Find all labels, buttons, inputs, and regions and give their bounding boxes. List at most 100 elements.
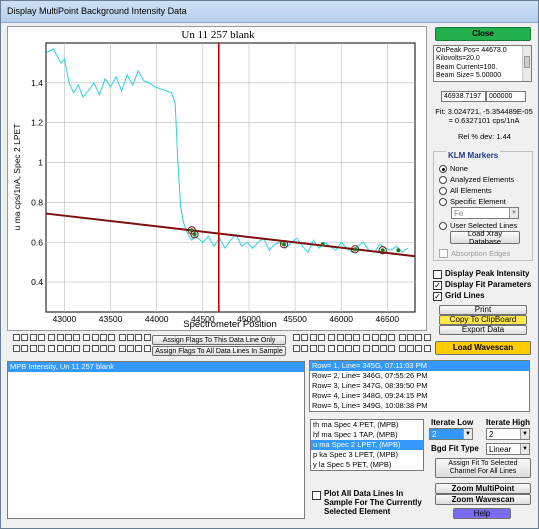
row-item-1[interactable]: Row= 1, Line= 345G, 07:11:03 PM — [310, 361, 529, 371]
chevron-down-icon[interactable]: ▼ — [509, 208, 518, 218]
zoom-multipoint-button[interactable]: Zoom MultiPoint — [435, 483, 531, 494]
flag-checkbox[interactable] — [100, 334, 107, 341]
flag-checkbox[interactable] — [309, 345, 317, 352]
radio-specific[interactable] — [439, 198, 447, 206]
assign-flags-line-button[interactable]: Assign Flags To This Data Line Only — [152, 335, 286, 345]
radio-analyzed[interactable] — [439, 176, 447, 184]
flag-checkbox[interactable] — [126, 345, 134, 352]
flag-checkbox[interactable] — [64, 334, 72, 341]
flag-checkbox[interactable] — [91, 334, 99, 341]
close-button[interactable]: Close — [435, 27, 531, 41]
flag-checkbox[interactable] — [336, 334, 344, 341]
flag-checkbox[interactable] — [317, 345, 325, 352]
flag-checkbox[interactable] — [328, 334, 336, 341]
flag-checkbox[interactable] — [344, 334, 352, 341]
flag-checkbox[interactable] — [48, 345, 56, 352]
rows-list[interactable]: Row= 1, Line= 345G, 07:11:03 PM Row= 2, … — [309, 360, 530, 412]
flag-checkbox[interactable] — [83, 345, 91, 352]
iterate-low-select[interactable]: 2 ▼ — [429, 428, 473, 440]
flag-checkbox[interactable] — [135, 334, 143, 341]
help-button[interactable]: Help — [453, 508, 511, 519]
spectrometer-list[interactable]: th ma Spec 4 PET, (MPB) hf ma Spec 1 TAP… — [310, 419, 424, 471]
print-button[interactable]: Print — [439, 305, 527, 315]
flag-checkbox[interactable] — [143, 345, 151, 352]
flag-checkbox[interactable] — [126, 334, 134, 341]
flag-checkbox[interactable] — [415, 345, 423, 352]
absorption-checkbox[interactable] — [439, 249, 448, 258]
flag-checkbox[interactable] — [83, 334, 91, 341]
flag-checkbox[interactable] — [21, 334, 29, 341]
flag-checkbox[interactable] — [398, 334, 406, 341]
flag-checkbox[interactable] — [118, 334, 126, 341]
flag-checkbox[interactable] — [56, 345, 64, 352]
flag-checkbox[interactable] — [423, 345, 431, 352]
scroll-thumb[interactable] — [524, 56, 530, 68]
radio-user-lines[interactable] — [439, 222, 447, 230]
row-item-3[interactable]: Row= 3, Line= 347G, 08:39:50 PM — [310, 381, 529, 391]
flag-checkbox[interactable] — [344, 345, 352, 352]
flag-checkbox[interactable] — [100, 345, 107, 352]
flag-checkbox[interactable] — [301, 345, 309, 352]
load-wavescan-button[interactable]: Load Wavescan — [435, 341, 531, 355]
flag-checkbox[interactable] — [37, 345, 45, 352]
flag-checkbox[interactable] — [415, 334, 423, 341]
flag-checkbox[interactable] — [13, 334, 20, 341]
spec-item-1[interactable]: th ma Spec 4 PET, (MPB) — [311, 420, 423, 430]
flag-checkbox[interactable] — [37, 334, 45, 341]
flag-checkbox[interactable] — [301, 334, 309, 341]
flag-checkbox[interactable] — [108, 345, 116, 352]
mpb-list-item[interactable]: MPB Intensity, Un 11 257 blank — [8, 362, 304, 372]
flag-checkbox[interactable] — [388, 345, 396, 352]
flag-checkbox[interactable] — [135, 345, 143, 352]
flag-checkbox[interactable] — [371, 345, 379, 352]
flag-checkbox[interactable] — [56, 334, 64, 341]
fit-params-checkbox[interactable]: ✓ — [433, 281, 442, 290]
flag-checkbox[interactable] — [328, 345, 336, 352]
chevron-down-icon[interactable]: ▼ — [463, 429, 472, 439]
flag-checkbox[interactable] — [143, 334, 151, 341]
flag-checkbox[interactable] — [29, 334, 37, 341]
flag-checkbox[interactable] — [48, 334, 56, 341]
flag-checkbox[interactable] — [423, 334, 431, 341]
info-scrollbar[interactable] — [522, 46, 531, 81]
flag-checkbox[interactable] — [336, 345, 344, 352]
radio-none[interactable] — [439, 165, 447, 173]
flag-checkbox[interactable] — [118, 345, 126, 352]
copy-clipboard-button[interactable]: Copy To ClipBoard — [439, 315, 527, 325]
spec-item-5[interactable]: y la Spec 5 PET, (MPB) — [311, 460, 423, 470]
row-item-5[interactable]: Row= 5, Line= 349G, 10:08:38 PM — [310, 401, 529, 411]
flag-checkbox[interactable] — [380, 334, 387, 341]
flag-checkbox[interactable] — [388, 334, 396, 341]
row-item-4[interactable]: Row= 4, Line= 348G, 09:24:15 PM — [310, 391, 529, 401]
flag-checkbox[interactable] — [293, 334, 300, 341]
value-field-2[interactable]: 000000 — [486, 91, 526, 102]
flag-checkbox[interactable] — [73, 345, 81, 352]
peak-intensity-checkbox[interactable] — [433, 270, 442, 279]
spec-item-3[interactable]: u ma Spec 2 LPET, (MPB) — [311, 440, 423, 450]
value-field-1[interactable]: 46938.7197 — [441, 91, 486, 102]
flag-checkbox[interactable] — [380, 345, 387, 352]
flag-checkbox[interactable] — [363, 334, 371, 341]
flag-checkbox[interactable] — [406, 334, 414, 341]
load-xray-button[interactable]: Load Xray Database — [450, 230, 520, 245]
flag-checkbox[interactable] — [91, 345, 99, 352]
iterate-high-select[interactable]: 2 ▼ — [486, 428, 530, 440]
flag-checkbox[interactable] — [64, 345, 72, 352]
zoom-wavescan-button[interactable]: Zoom Wavescan — [435, 494, 531, 505]
flag-checkbox[interactable] — [73, 334, 81, 341]
flag-checkbox[interactable] — [108, 334, 116, 341]
plot-all-checkbox[interactable] — [312, 491, 321, 500]
chevron-down-icon[interactable]: ▼ — [520, 444, 529, 454]
spec-item-2[interactable]: hf ma Spec 1 TAP, (MPB) — [311, 430, 423, 440]
flag-checkbox[interactable] — [293, 345, 300, 352]
bgd-fit-select[interactable]: Linear ▼ — [486, 443, 530, 455]
flag-checkbox[interactable] — [309, 334, 317, 341]
flag-checkbox[interactable] — [398, 345, 406, 352]
export-data-button[interactable]: Export Data — [439, 325, 527, 335]
flag-checkbox[interactable] — [21, 345, 29, 352]
mpb-intensity-list[interactable]: MPB Intensity, Un 11 257 blank — [7, 361, 305, 519]
flag-checkbox[interactable] — [353, 345, 361, 352]
flag-checkbox[interactable] — [406, 345, 414, 352]
flag-checkbox[interactable] — [353, 334, 361, 341]
element-select[interactable]: Fe ▼ — [451, 207, 519, 219]
